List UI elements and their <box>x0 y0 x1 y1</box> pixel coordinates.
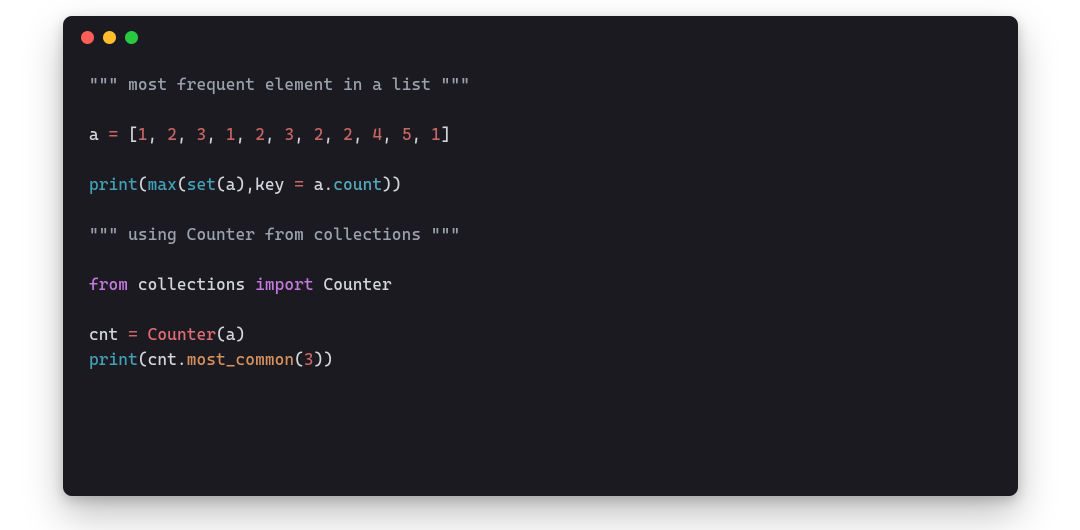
code-line: print(max(set(a),key = a.count)) <box>89 172 992 197</box>
code-token: (cnt. <box>138 350 187 369</box>
code-token: import <box>255 275 314 294</box>
code-token: ( <box>138 175 148 194</box>
code-token: a. <box>304 175 333 194</box>
code-token: 3 <box>285 125 295 144</box>
minimize-icon[interactable] <box>103 31 116 44</box>
code-token: , <box>148 125 168 144</box>
code-token: most_common <box>187 350 294 369</box>
code-token: , <box>177 125 197 144</box>
code-line <box>89 97 992 122</box>
code-token: 1 <box>138 125 148 144</box>
code-line: print(cnt.most_common(3)) <box>89 347 992 372</box>
code-token: 2 <box>255 125 265 144</box>
code-token: 2 <box>314 125 324 144</box>
code-token: = <box>128 325 138 344</box>
code-token: , <box>324 125 344 144</box>
code-token: = <box>109 125 119 144</box>
code-token <box>138 325 148 344</box>
code-token: [ <box>118 125 138 144</box>
code-token: 2 <box>167 125 177 144</box>
code-token: )) <box>382 175 402 194</box>
code-token: , <box>382 125 402 144</box>
titlebar <box>63 16 1018 58</box>
code-token: set <box>187 175 216 194</box>
code-line <box>89 197 992 222</box>
code-window: """ most frequent element in a list """ … <box>63 16 1018 496</box>
code-token: , <box>265 125 285 144</box>
code-token: 5 <box>402 125 412 144</box>
code-block: """ most frequent element in a list """ … <box>63 58 1018 394</box>
code-line: cnt = Counter(a) <box>89 322 992 347</box>
code-line: a = [1, 2, 3, 1, 2, 3, 2, 2, 4, 5, 1] <box>89 122 992 147</box>
code-token: )) <box>314 350 334 369</box>
code-token: , <box>412 125 432 144</box>
code-token: max <box>148 175 177 194</box>
code-token: ( <box>294 350 304 369</box>
code-token: ] <box>441 125 451 144</box>
code-token: collections <box>128 275 255 294</box>
code-token: (a) <box>216 325 245 344</box>
code-token: Counter <box>314 275 392 294</box>
code-token: 1 <box>226 125 236 144</box>
code-line: """ most frequent element in a list """ <box>89 72 992 97</box>
code-token: a <box>89 125 109 144</box>
code-token: count <box>333 175 382 194</box>
code-token: 3 <box>197 125 207 144</box>
code-token: , <box>294 125 314 144</box>
code-token: (a),key <box>216 175 294 194</box>
code-token: = <box>294 175 304 194</box>
close-icon[interactable] <box>81 31 94 44</box>
code-token: from <box>89 275 128 294</box>
code-token: , <box>206 125 226 144</box>
code-line: from collections import Counter <box>89 272 992 297</box>
code-token: 4 <box>373 125 383 144</box>
code-token: 3 <box>304 350 314 369</box>
code-token: Counter <box>148 325 216 344</box>
code-token: 1 <box>431 125 441 144</box>
code-token: , <box>353 125 373 144</box>
code-line <box>89 297 992 322</box>
code-token: 2 <box>343 125 353 144</box>
code-token: cnt <box>89 325 128 344</box>
code-token: print <box>89 175 138 194</box>
code-line <box>89 147 992 172</box>
code-token: """ using Counter from collections """ <box>89 225 460 244</box>
code-token: print <box>89 350 138 369</box>
code-token: """ most frequent element in a list """ <box>89 75 470 94</box>
zoom-icon[interactable] <box>125 31 138 44</box>
code-token: , <box>236 125 256 144</box>
code-line: """ using Counter from collections """ <box>89 222 992 247</box>
code-line <box>89 247 992 272</box>
code-token: ( <box>177 175 187 194</box>
